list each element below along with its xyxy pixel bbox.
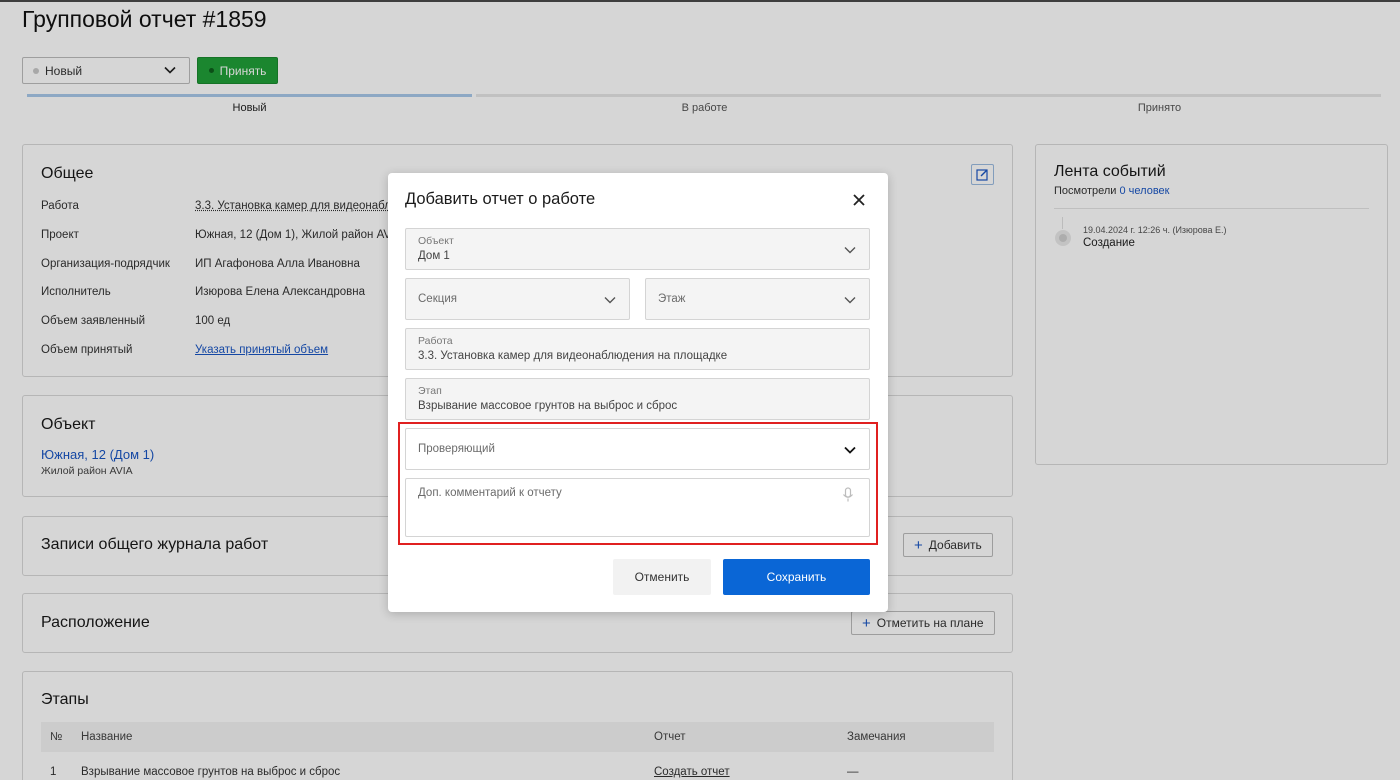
chevron-down-icon xyxy=(844,247,856,254)
work-field-label: Работа xyxy=(418,335,453,347)
floor-placeholder: Этаж xyxy=(658,293,686,305)
work-field-value: 3.3. Установка камер для видеонаблюдения… xyxy=(418,350,728,362)
work-field: Работа 3.3. Установка камер для видеонаб… xyxy=(405,328,870,370)
add-report-modal: Добавить отчет о работе Объект Дом 1 Сек… xyxy=(388,173,888,612)
section-placeholder: Секция xyxy=(418,293,457,305)
object-select-value: Дом 1 xyxy=(418,250,450,262)
object-select-label: Объект xyxy=(418,235,454,247)
highlight-frame xyxy=(398,422,878,545)
chevron-down-icon xyxy=(844,297,856,304)
chevron-down-icon xyxy=(604,297,616,304)
floor-select[interactable]: Этаж xyxy=(645,278,870,320)
cancel-button[interactable]: Отменить xyxy=(613,559,711,595)
stage-field: Этап Взрывание массовое грунтов на выбро… xyxy=(405,378,870,420)
section-select[interactable]: Секция xyxy=(405,278,630,320)
object-select[interactable]: Объект Дом 1 xyxy=(405,228,870,270)
save-button[interactable]: Сохранить xyxy=(723,559,870,595)
stage-field-value: Взрывание массовое грунтов на выброс и с… xyxy=(418,400,678,412)
close-icon[interactable] xyxy=(852,193,866,207)
stage-field-label: Этап xyxy=(418,385,442,397)
modal-title: Добавить отчет о работе xyxy=(405,190,596,208)
